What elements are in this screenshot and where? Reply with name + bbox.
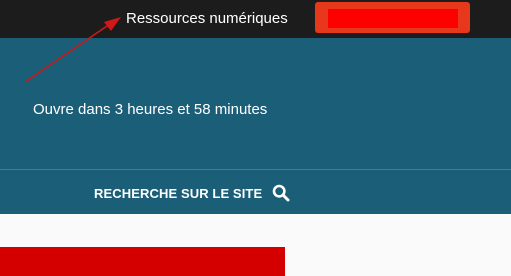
top-action-button[interactable]: [315, 2, 470, 33]
resources-link[interactable]: Ressources numériques: [126, 9, 288, 29]
red-banner: [0, 247, 285, 276]
site-search-bar: RECHERCHE SUR LE SITE: [0, 170, 511, 214]
site-search-label: RECHERCHE SUR LE SITE: [94, 185, 263, 201]
site-search-button[interactable]: RECHERCHE SUR LE SITE: [94, 182, 290, 204]
top-navigation-bar: Ressources numériques: [0, 0, 511, 38]
opening-hours-text: Ouvre dans 3 heures et 58 minutes: [33, 101, 268, 118]
search-icon[interactable]: [272, 184, 290, 202]
redacted-button-content: [328, 9, 458, 28]
hero-section: Ouvre dans 3 heures et 58 minutes: [0, 38, 511, 169]
